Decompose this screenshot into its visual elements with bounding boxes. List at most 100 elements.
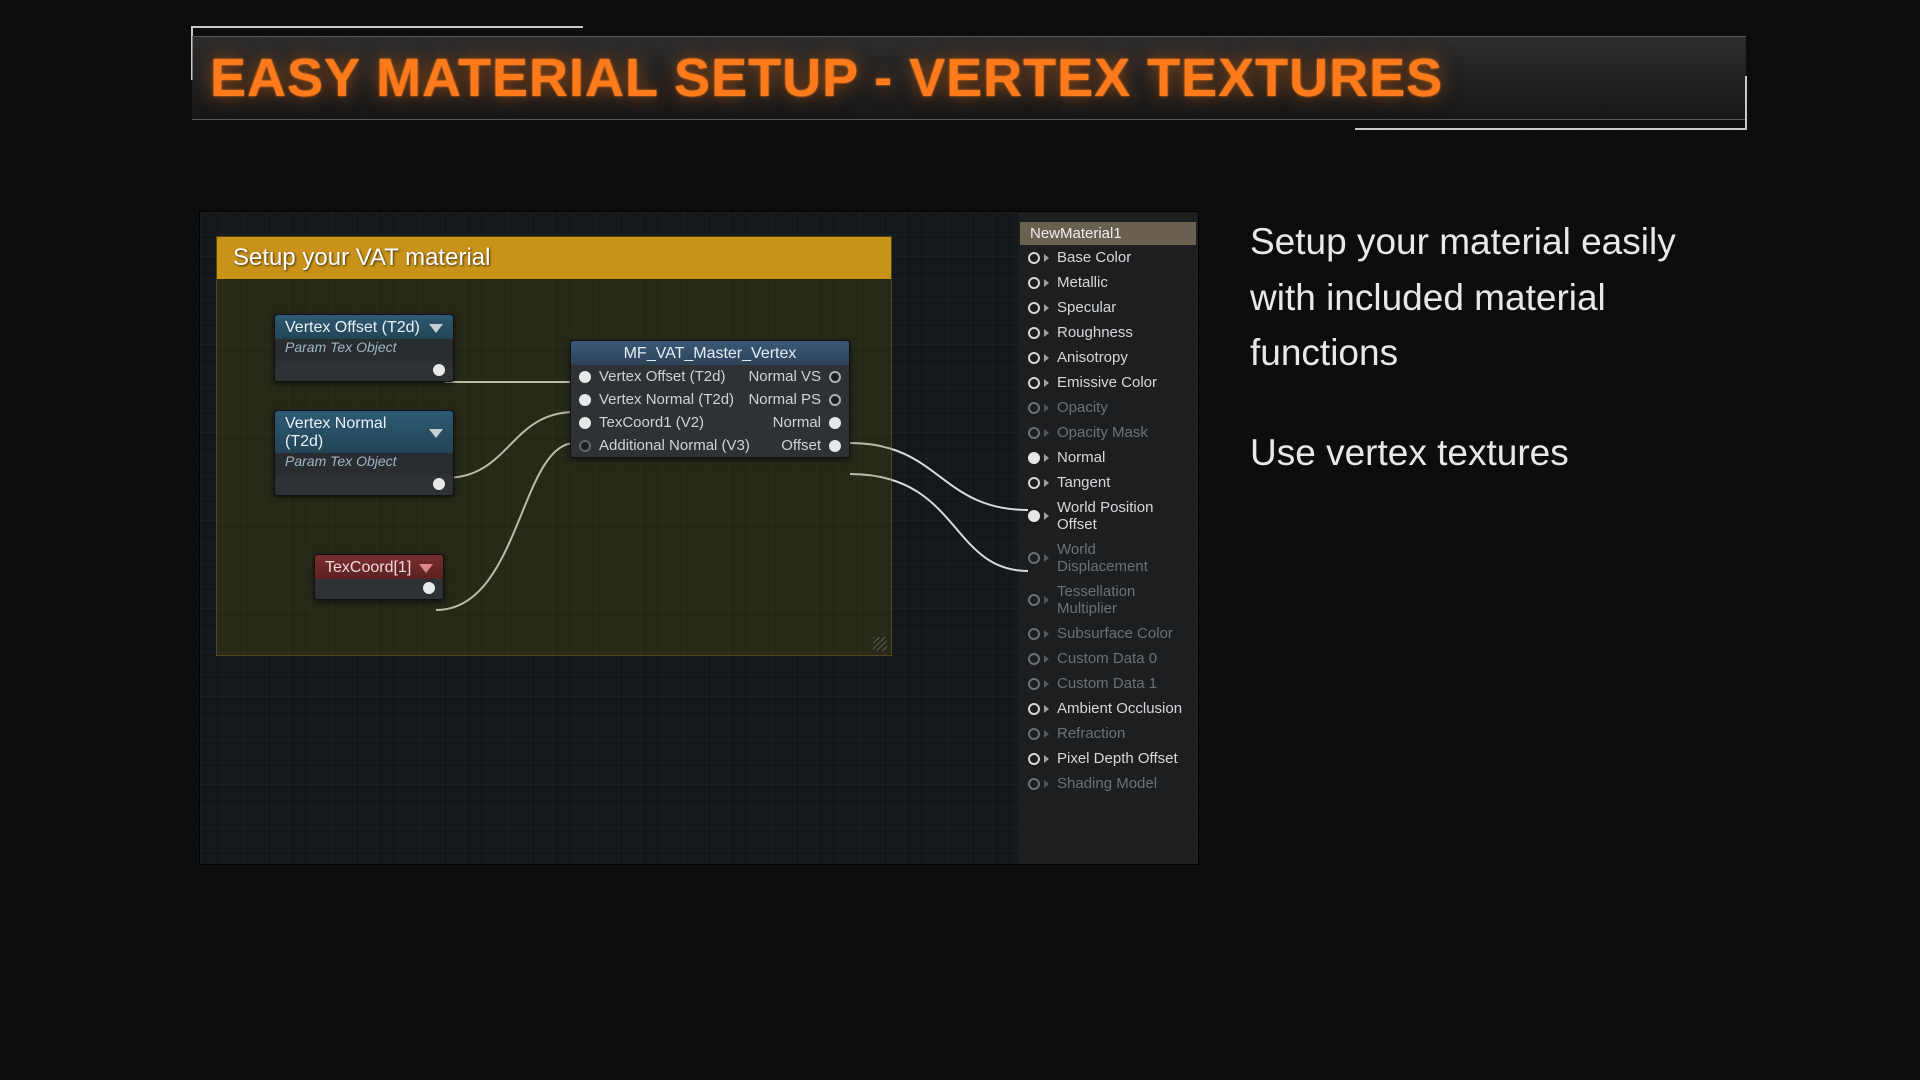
- input-pin: [1028, 778, 1040, 790]
- material-pin-base-color[interactable]: Base Color: [1020, 245, 1196, 270]
- node-vertex-normal[interactable]: Vertex Normal (T2d) Param Tex Object: [274, 410, 454, 496]
- node-mf-vat-master-vertex[interactable]: MF_VAT_Master_Vertex Vertex Offset (T2d)…: [570, 340, 850, 458]
- corner-decor-tl: [191, 26, 583, 36]
- pin-label: Custom Data 0: [1057, 650, 1157, 667]
- output-pin[interactable]: [433, 364, 445, 376]
- output-pin[interactable]: [829, 394, 841, 406]
- material-pin-custom-data-1: Custom Data 1: [1020, 671, 1196, 696]
- input-pin[interactable]: [1028, 352, 1040, 364]
- material-pin-shading-model: Shading Model: [1020, 771, 1196, 796]
- material-pin-custom-data-0: Custom Data 0: [1020, 646, 1196, 671]
- input-pin[interactable]: [1028, 477, 1040, 489]
- page-title: EASY MATERIAL SETUP - VERTEX TEXTURES: [210, 47, 1443, 109]
- node-vertex-offset[interactable]: Vertex Offset (T2d) Param Tex Object: [274, 314, 454, 382]
- pin-label: Ambient Occlusion: [1057, 700, 1182, 717]
- material-pin-subsurface-color: Subsurface Color: [1020, 621, 1196, 646]
- input-pin[interactable]: [1028, 302, 1040, 314]
- input-pin[interactable]: [1028, 703, 1040, 715]
- material-pin-world-displacement: World Displacement: [1020, 537, 1196, 579]
- material-pin-roughness[interactable]: Roughness: [1020, 320, 1196, 345]
- side-text: Setup your material easily with included…: [1250, 214, 1700, 524]
- comment-title[interactable]: Setup your VAT material: [217, 237, 891, 279]
- pin-label: Vertex Offset (T2d): [599, 368, 725, 385]
- resize-grip-icon[interactable]: [873, 637, 887, 651]
- chevron-down-icon[interactable]: [419, 564, 433, 573]
- input-pin: [1028, 427, 1040, 439]
- material-pin-anisotropy[interactable]: Anisotropy: [1020, 345, 1196, 370]
- pin-label: Tessellation Multiplier: [1057, 583, 1188, 617]
- pin-label: Opacity: [1057, 399, 1108, 416]
- input-pin[interactable]: [579, 394, 591, 406]
- input-pin: [1028, 552, 1040, 564]
- material-output-node[interactable]: NewMaterial1 Base Color Metallic Specular R…: [1020, 222, 1196, 796]
- pin-arrow-icon: [1044, 730, 1049, 738]
- pin-label: Normal PS: [748, 391, 821, 408]
- pin-arrow-icon: [1044, 755, 1049, 763]
- pin-label: Normal: [1057, 449, 1105, 466]
- input-pin[interactable]: [1028, 377, 1040, 389]
- input-pin[interactable]: [1028, 252, 1040, 264]
- pin-arrow-icon: [1044, 379, 1049, 387]
- pin-arrow-icon: [1044, 329, 1049, 337]
- pin-label: Shading Model: [1057, 775, 1157, 792]
- pin-arrow-icon: [1044, 429, 1049, 437]
- pin-label: Base Color: [1057, 249, 1131, 266]
- pin-label: Pixel Depth Offset: [1057, 750, 1178, 767]
- input-pin[interactable]: [579, 417, 591, 429]
- pin-arrow-icon: [1044, 454, 1049, 462]
- node-vertex-normal-title: Vertex Normal (T2d): [285, 415, 429, 451]
- pin-arrow-icon: [1044, 630, 1049, 638]
- material-pin-world-position-offset[interactable]: World Position Offset: [1020, 495, 1196, 537]
- input-pin[interactable]: [1028, 510, 1040, 522]
- chevron-down-icon[interactable]: [429, 429, 443, 438]
- input-pin[interactable]: [579, 440, 591, 452]
- corner-decor-br: [1355, 120, 1747, 130]
- input-pin[interactable]: [1028, 452, 1040, 464]
- input-pin: [1028, 678, 1040, 690]
- pin-label: Custom Data 1: [1057, 675, 1157, 692]
- material-editor: Setup your VAT material Vertex Offset (T…: [200, 212, 1198, 864]
- pin-label: Specular: [1057, 299, 1116, 316]
- material-pin-specular[interactable]: Specular: [1020, 295, 1196, 320]
- material-pin-tangent[interactable]: Tangent: [1020, 470, 1196, 495]
- graph-canvas[interactable]: Setup your VAT material Vertex Offset (T…: [200, 212, 1018, 864]
- output-pin[interactable]: [829, 440, 841, 452]
- pin-label: Normal: [773, 414, 821, 431]
- material-title: NewMaterial1: [1020, 222, 1196, 245]
- node-texcoord[interactable]: TexCoord[1]: [314, 554, 444, 600]
- input-pin[interactable]: [579, 371, 591, 383]
- pin-label: Vertex Normal (T2d): [599, 391, 734, 408]
- material-pin-normal[interactable]: Normal: [1020, 445, 1196, 470]
- node-vertex-normal-sub: Param Tex Object: [275, 453, 453, 475]
- material-pin-emissive-color[interactable]: Emissive Color: [1020, 370, 1196, 395]
- side-paragraph-1: Setup your material easily with included…: [1250, 214, 1700, 381]
- material-pin-metallic[interactable]: Metallic: [1020, 270, 1196, 295]
- side-paragraph-2: Use vertex textures: [1250, 425, 1700, 481]
- chevron-down-icon[interactable]: [429, 324, 443, 333]
- material-pin-refraction: Refraction: [1020, 721, 1196, 746]
- output-pin[interactable]: [829, 371, 841, 383]
- output-pin[interactable]: [829, 417, 841, 429]
- input-pin: [1028, 728, 1040, 740]
- pin-arrow-icon: [1044, 596, 1049, 604]
- pin-label: Additional Normal (V3): [599, 437, 750, 454]
- node-func-title: MF_VAT_Master_Vertex: [624, 345, 797, 363]
- pin-label: World Position Offset: [1057, 499, 1188, 533]
- input-pin[interactable]: [1028, 327, 1040, 339]
- node-texcoord-title: TexCoord[1]: [325, 559, 411, 577]
- material-pin-opacity: Opacity: [1020, 395, 1196, 420]
- pin-arrow-icon: [1044, 554, 1049, 562]
- pin-label: Subsurface Color: [1057, 625, 1173, 642]
- material-pin-tessellation-multiplier: Tessellation Multiplier: [1020, 579, 1196, 621]
- pin-arrow-icon: [1044, 512, 1049, 520]
- input-pin: [1028, 402, 1040, 414]
- material-pin-ambient-occlusion[interactable]: Ambient Occlusion: [1020, 696, 1196, 721]
- output-pin[interactable]: [423, 582, 435, 594]
- input-pin[interactable]: [1028, 753, 1040, 765]
- material-pin-opacity-mask: Opacity Mask: [1020, 420, 1196, 445]
- pin-label: Normal VS: [748, 368, 821, 385]
- input-pin: [1028, 653, 1040, 665]
- material-pin-pixel-depth-offset[interactable]: Pixel Depth Offset: [1020, 746, 1196, 771]
- input-pin[interactable]: [1028, 277, 1040, 289]
- output-pin[interactable]: [433, 478, 445, 490]
